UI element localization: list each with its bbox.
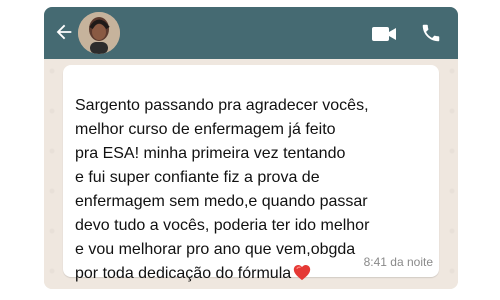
chat-header (44, 7, 458, 59)
message-text: Sargento passando pra agradecer vocês, m… (75, 70, 431, 286)
video-camera-icon[interactable] (371, 24, 397, 44)
arrow-left-icon[interactable] (53, 21, 75, 43)
message-bubble[interactable]: Sargento passando pra agradecer vocês, m… (63, 65, 439, 282)
message-body: Sargento passando pra agradecer vocês, m… (75, 97, 370, 282)
chat-window: Sargento passando pra agradecer vocês, m… (44, 7, 458, 289)
phone-icon[interactable] (420, 22, 442, 44)
heart-emoji-icon (293, 265, 311, 281)
message-time: 8:41 da noite (363, 255, 433, 269)
contact-avatar[interactable] (78, 12, 120, 54)
